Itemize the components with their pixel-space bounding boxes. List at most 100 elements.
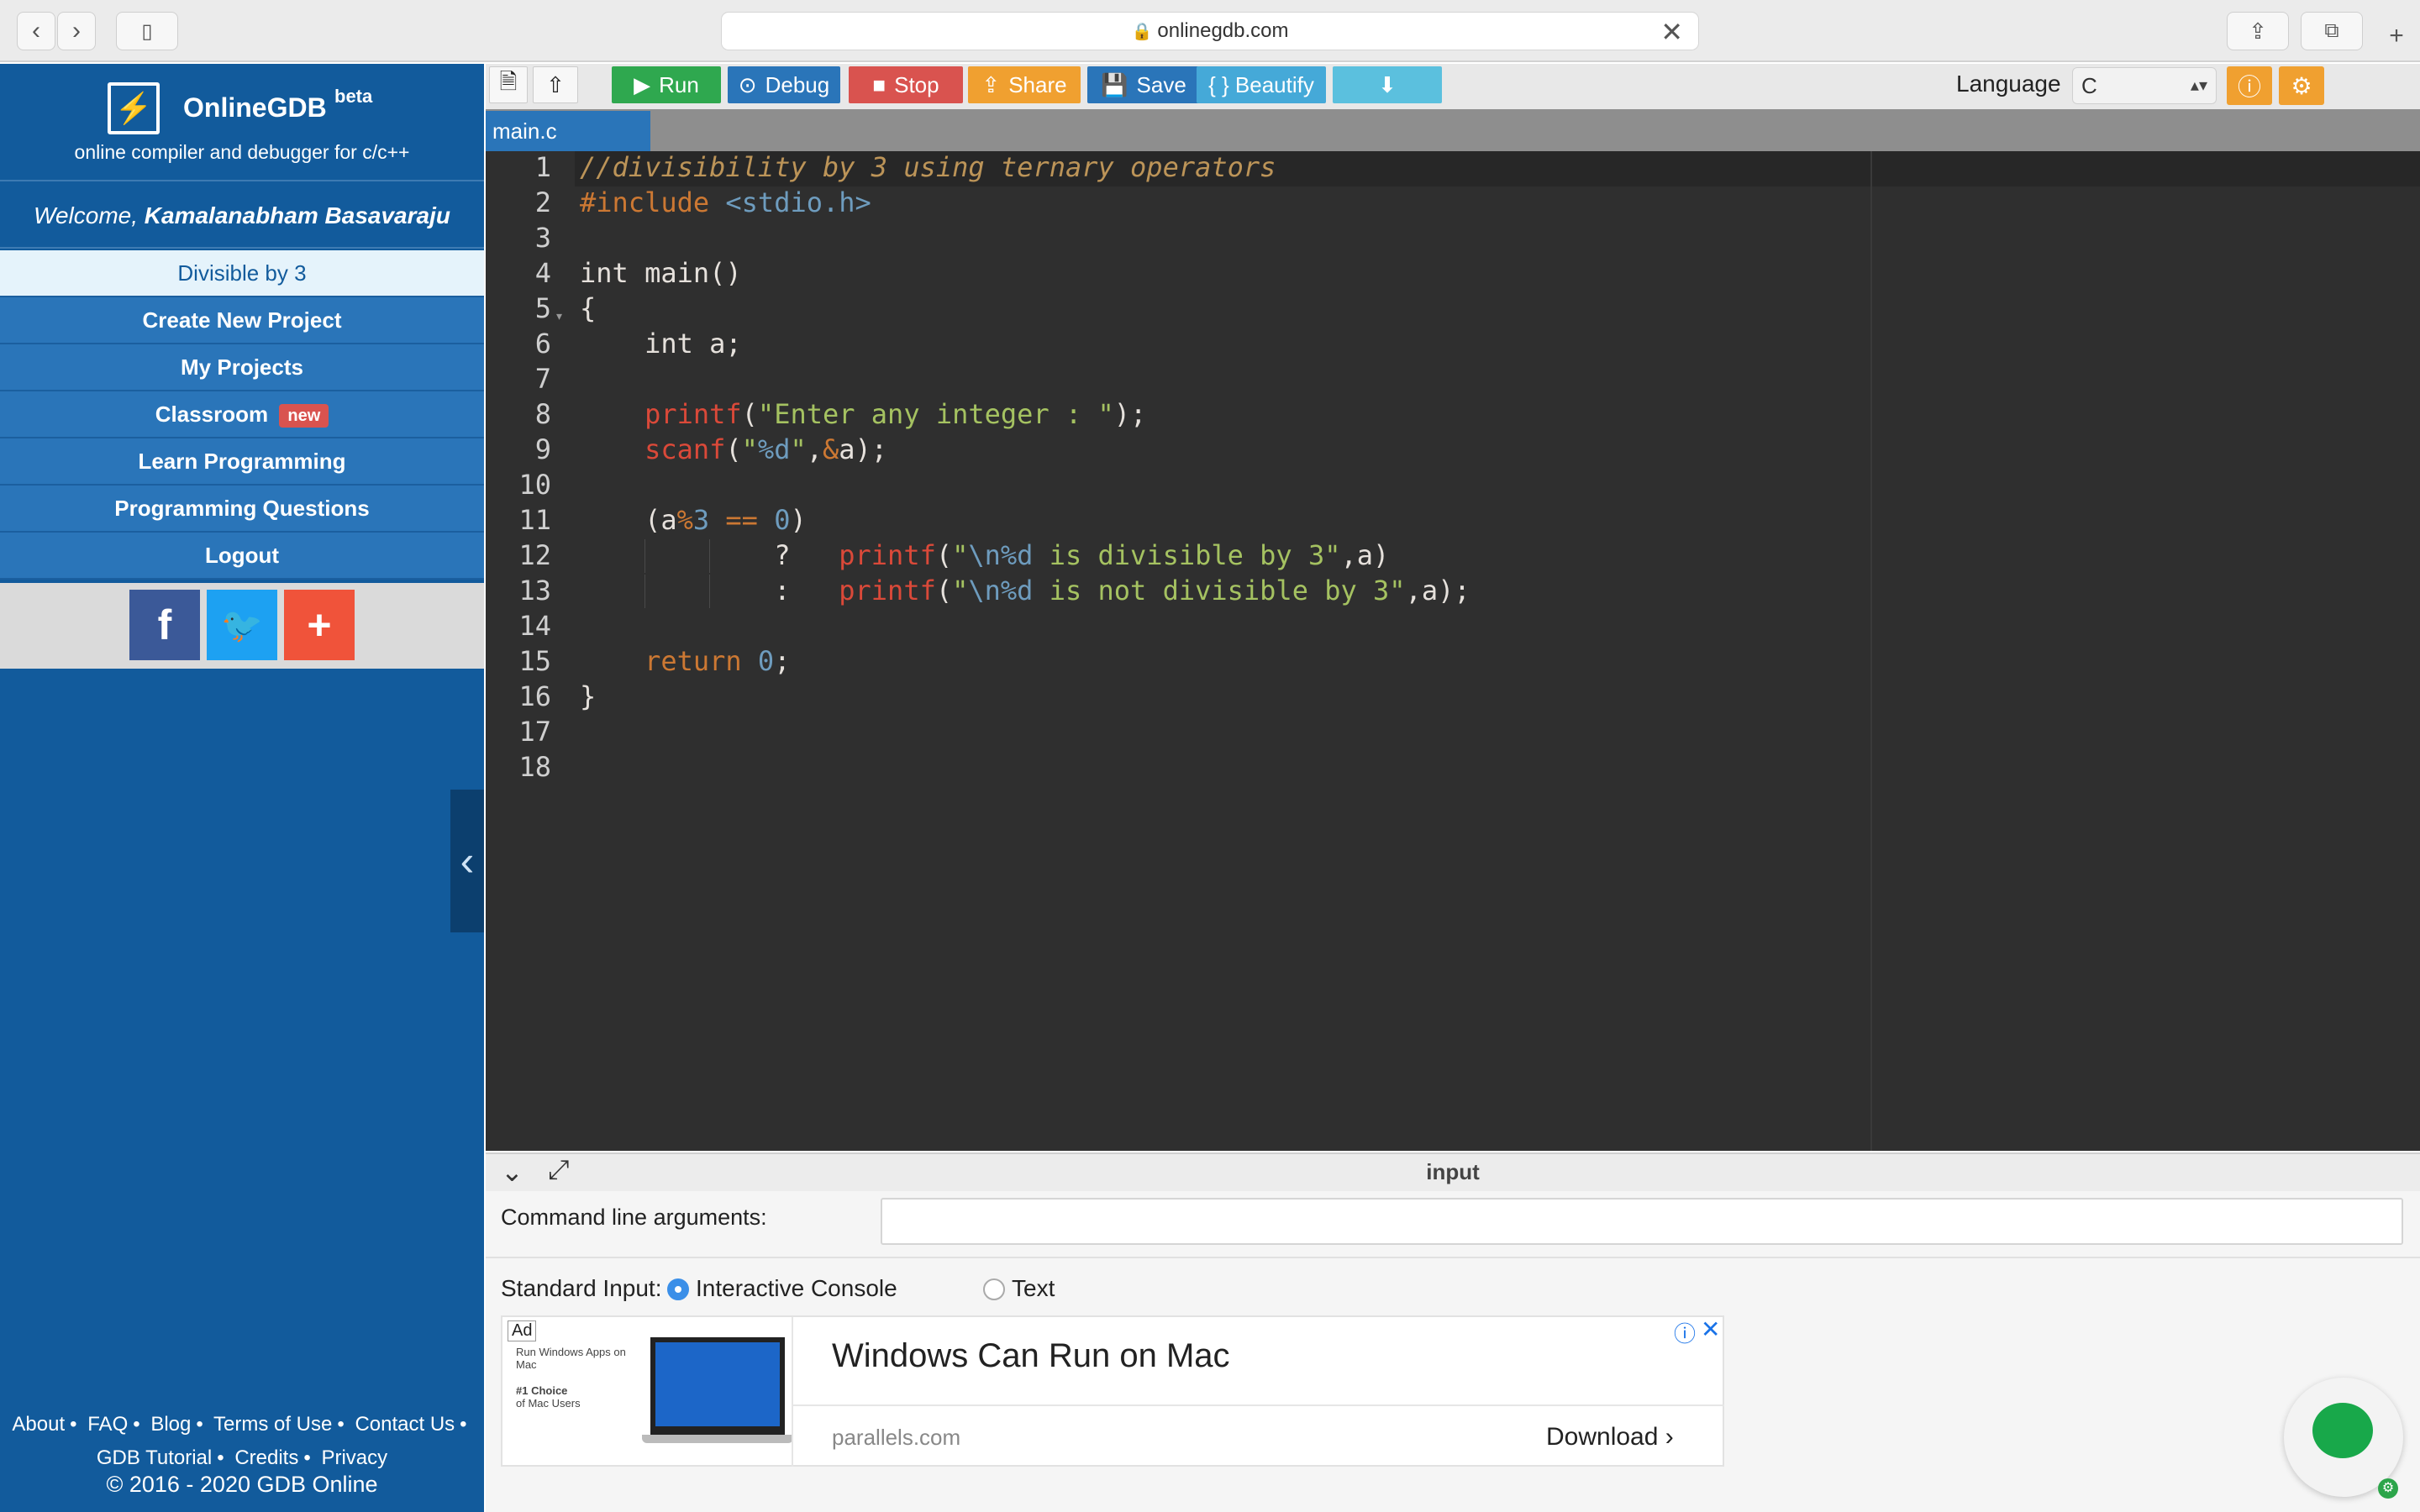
radio-interactive-console[interactable] <box>667 1278 689 1300</box>
separator: • <box>460 1413 467 1436</box>
sidebar-toggle-button[interactable]: ▯ <box>116 12 178 50</box>
plus-icon: + <box>2389 22 2404 50</box>
advertisement[interactable]: Ad Run Windows Apps on Mac #1 Choice of M… <box>501 1315 1724 1467</box>
line-number: 4 <box>534 257 551 289</box>
share-code-button[interactable]: ⇪ Share <box>968 66 1081 103</box>
back-button[interactable]: ‹ <box>17 12 55 50</box>
footer-link-faq[interactable]: FAQ <box>87 1413 128 1436</box>
ad-cta-label: Download <box>1546 1423 1659 1451</box>
sidebar-item-logout[interactable]: Logout <box>0 533 484 580</box>
laptop-base <box>642 1435 793 1443</box>
panel-title: input <box>1426 1159 1480 1184</box>
sidebar-item-label: Programming Questions <box>114 496 370 521</box>
tab-main-c[interactable]: main.c <box>486 111 650 151</box>
footer-link-privacy[interactable]: Privacy <box>321 1446 387 1469</box>
save-button[interactable]: 💾 Save <box>1087 66 1200 103</box>
fold-arrow-icon[interactable]: ▾ <box>556 309 562 323</box>
sidebar-item-learn-programming[interactable]: Learn Programming <box>0 438 484 486</box>
new-file-button[interactable]: 🗎 <box>489 66 528 103</box>
copyright: © 2016 - 2020 GDB Online <box>106 1472 378 1497</box>
new-tab-button[interactable]: + <box>2380 17 2413 55</box>
footer-link-credits[interactable]: Credits <box>234 1446 298 1469</box>
footer-link-blog[interactable]: Blog <box>150 1413 191 1436</box>
separator: • <box>217 1446 224 1469</box>
code-editor[interactable]: 1 2 3 4 5 6 7 8 9 10 11 12 13 14 15 16 17 18 ▾ //divisibi… <box>486 151 2420 1151</box>
info-button[interactable]: ⓘ <box>2227 66 2272 105</box>
code-line-2: #include <stdio.h> <box>580 186 871 218</box>
lock-icon: 🔒 <box>1131 22 1153 41</box>
share-button[interactable]: ⇪ <box>2227 12 2289 50</box>
sidebar-item-my-projects[interactable]: My Projects <box>0 344 484 391</box>
ad-download-button[interactable]: Download › <box>1546 1423 1674 1452</box>
cmd-args-input[interactable] <box>881 1198 2403 1245</box>
sidebar-item-classroom[interactable]: Classroom new <box>0 391 484 438</box>
run-button[interactable]: ▶ Run <box>612 66 721 103</box>
code-line-8: printf("Enter any integer : "); <box>644 398 1147 430</box>
collapse-sidebar-icon[interactable]: ‹ <box>450 790 484 932</box>
stop-icon: ■ <box>872 71 886 97</box>
line-number: 6 <box>534 328 551 360</box>
separator: • <box>303 1446 311 1469</box>
text-option-label[interactable]: Text <box>1012 1275 1055 1302</box>
download-button[interactable]: ⬇ <box>1333 66 1442 103</box>
code-line-12: ? printf("\n%d is divisible by 3",a) <box>580 539 1390 571</box>
ad-title[interactable]: Windows Can Run on Mac <box>832 1337 1230 1375</box>
sidebar-item-programming-questions[interactable]: Programming Questions <box>0 486 484 533</box>
cloud-upload-icon: ⇧ <box>546 71 565 97</box>
language-select[interactable]: C ▴▾ <box>2072 67 2217 104</box>
interactive-console-label[interactable]: Interactive Console <box>696 1275 897 1302</box>
footer-link-contact[interactable]: Contact Us <box>355 1413 455 1436</box>
line-number: 16 <box>518 680 551 712</box>
radio-text[interactable] <box>983 1278 1005 1300</box>
footer-link-about[interactable]: About <box>12 1413 65 1436</box>
footer-link-gdb-tutorial[interactable]: GDB Tutorial <box>97 1446 212 1469</box>
debug-button[interactable]: ⊙ Debug <box>728 66 840 103</box>
sidebar-item-create-new-project[interactable]: Create New Project <box>0 297 484 344</box>
line-number: 15 <box>518 645 551 677</box>
tabs-overview-button[interactable]: ⧉ <box>2301 12 2363 50</box>
line-number: 14 <box>518 610 551 642</box>
address-bar[interactable]: 🔒 onlinegdb.com ✕ <box>721 12 1699 50</box>
separator: • <box>337 1413 345 1436</box>
welcome-prefix: Welcome, <box>34 202 145 228</box>
new-badge: new <box>279 404 329 428</box>
ad-info-icon[interactable]: ⓘ <box>1674 1317 1696 1348</box>
stop-button[interactable]: ■ Stop <box>849 66 963 103</box>
add-share-icon[interactable]: + <box>284 590 355 660</box>
indent-guide <box>709 575 710 608</box>
url-text: onlinegdb.com <box>1157 19 1289 42</box>
line-number: 17 <box>518 716 551 748</box>
line-number: 5 <box>534 292 551 324</box>
twitter-icon[interactable]: 🐦 <box>207 590 277 660</box>
indent-guide <box>644 575 645 608</box>
line-number: 2 <box>534 186 551 218</box>
line-number: 3 <box>534 222 551 254</box>
code-line-1: //divisibility by 3 using ternary operat… <box>580 151 1276 183</box>
brand-name[interactable]: OnlineGDB <box>183 92 327 123</box>
editor-toolbar: 🗎 ⇧ ▶ Run ⊙ Debug ■ Stop ⇪ Share 💾 Save { } B… <box>486 64 2420 109</box>
code-line-13: : printf("\n%d is not divisible by 3",a)… <box>580 575 1470 606</box>
upload-button[interactable]: ⇧ <box>533 66 578 103</box>
small-gear-icon[interactable]: ⚙ <box>2378 1478 2398 1499</box>
code-line-6: int a; <box>580 328 742 360</box>
file-icon: 🗎 <box>499 69 518 94</box>
sidebar-item-divisible-by-3[interactable]: Divisible by 3 <box>0 250 484 297</box>
line-number: 1 <box>534 151 551 183</box>
close-icon[interactable]: ✕ <box>1660 16 1683 48</box>
ad-choice: #1 Choice <box>516 1384 568 1397</box>
footer-link-terms[interactable]: Terms of Use <box>213 1413 332 1436</box>
ad-domain[interactable]: parallels.com <box>832 1425 960 1451</box>
facebook-icon[interactable]: f <box>129 590 200 660</box>
forward-button[interactable]: › <box>57 12 96 50</box>
lightning-logo-icon[interactable]: ⚡ <box>108 82 160 134</box>
ad-close-icon[interactable]: ✕ <box>1701 1315 1720 1343</box>
separator: • <box>70 1413 77 1436</box>
code-line-5: { <box>580 292 597 324</box>
beautify-button[interactable]: { } Beautify <box>1197 66 1326 103</box>
debug-label: Debug <box>765 71 830 97</box>
save-label: Save <box>1136 71 1186 97</box>
settings-button[interactable]: ⚙ <box>2279 66 2324 105</box>
language-label: Language <box>1956 71 2061 97</box>
line-number: 12 <box>518 539 551 571</box>
share-icon: ⇪ <box>2249 18 2267 44</box>
